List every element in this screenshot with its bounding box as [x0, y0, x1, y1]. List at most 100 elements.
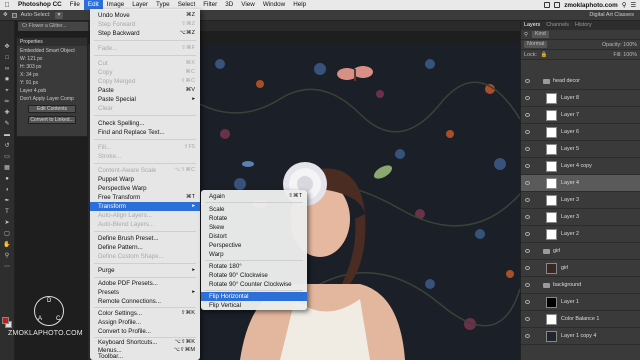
- width-value[interactable]: W: 121 px: [17, 54, 87, 62]
- eye-icon[interactable]: [525, 232, 530, 236]
- workspace-label[interactable]: Digital Art Classes: [589, 12, 634, 18]
- list-icon[interactable]: ☰: [630, 2, 636, 9]
- menu-item-content-aware-scale[interactable]: Content-Aware Scale ⌥⇧⌘C: [90, 166, 200, 175]
- menu-item-check-spelling[interactable]: Check Spelling...: [90, 119, 200, 128]
- hand-tool-icon[interactable]: ✋: [2, 241, 12, 249]
- menu-item-rotate-90-ccw[interactable]: Rotate 90° Counter Clockwise: [201, 280, 307, 289]
- shape-tool-icon[interactable]: ▢: [2, 230, 12, 238]
- menu-item-copy[interactable]: Copy ⌘C: [90, 68, 200, 77]
- menu-item-convert-profile[interactable]: Convert to Profile...: [90, 327, 200, 336]
- zoom-tool-icon[interactable]: ⚲: [2, 252, 12, 260]
- path-select-tool-icon[interactable]: ➤: [2, 219, 12, 227]
- layer-row-adjustment[interactable]: Color Balance 1: [521, 311, 640, 328]
- menu-item-paste[interactable]: Paste ⌘V: [90, 86, 200, 95]
- eraser-tool-icon[interactable]: ▭: [2, 153, 12, 161]
- menu-item-step-backward[interactable]: Step Backward ⌥⌘Z: [90, 29, 200, 38]
- y-value[interactable]: Y: 91 px: [17, 78, 87, 86]
- eye-icon[interactable]: [525, 130, 530, 134]
- menu-item-transform[interactable]: Transform ▸: [90, 202, 200, 211]
- properties-title[interactable]: Properties: [17, 38, 87, 46]
- menu-app-name[interactable]: Photoshop CC: [14, 0, 66, 10]
- layer-row[interactable]: girl: [521, 260, 640, 277]
- lasso-tool-icon[interactable]: ∞: [2, 65, 12, 73]
- layer-row[interactable]: Layer 1: [521, 294, 640, 311]
- height-value[interactable]: H: 303 px: [17, 62, 87, 70]
- menu-item-skew[interactable]: Skew: [201, 223, 307, 232]
- menu-item-warp[interactable]: Warp: [201, 250, 307, 259]
- eye-icon[interactable]: [525, 317, 530, 321]
- eye-icon[interactable]: [525, 215, 530, 219]
- layer-row[interactable]: Layer 3: [521, 192, 640, 209]
- quick-select-tool-icon[interactable]: ✸: [2, 76, 12, 84]
- menu-item-rotate[interactable]: Rotate: [201, 214, 307, 223]
- search-icon[interactable]: ⚲: [622, 2, 627, 9]
- menu-item-perspective[interactable]: Perspective: [201, 241, 307, 250]
- menu-filter[interactable]: Filter: [199, 0, 221, 10]
- menu-item-find-replace[interactable]: Find and Replace Text...: [90, 128, 200, 137]
- document-tab[interactable]: Cr Flower a Glitter...: [18, 22, 88, 31]
- menu-item-perspective-warp[interactable]: Perspective Warp: [90, 184, 200, 193]
- layer-row[interactable]: Layer 1 copy 4: [521, 328, 640, 345]
- menu-item-presets[interactable]: Presets ▸: [90, 288, 200, 297]
- status-icon[interactable]: [544, 2, 551, 8]
- apple-icon[interactable]: : [0, 2, 14, 9]
- menu-item-clear[interactable]: Clear: [90, 104, 200, 113]
- menu-item-puppet-warp[interactable]: Puppet Warp: [90, 175, 200, 184]
- menu-item-auto-blend[interactable]: Auto-Blend Layers...: [90, 220, 200, 229]
- auto-select-dropdown[interactable]: ▾: [54, 11, 64, 19]
- more-tools-icon[interactable]: ⋯: [2, 263, 12, 271]
- menu-item-define-shape[interactable]: Define Custom Shape...: [90, 252, 200, 261]
- tab-layers[interactable]: Layers: [524, 21, 540, 30]
- menu-item-purge[interactable]: Purge ▸: [90, 266, 200, 275]
- layer-row[interactable]: Layer 7: [521, 107, 640, 124]
- eye-icon[interactable]: [525, 198, 530, 202]
- menu-item-fade[interactable]: Fade... ⇧⌘F: [90, 44, 200, 53]
- layer-row[interactable]: Layer 6: [521, 124, 640, 141]
- eye-icon[interactable]: [525, 164, 530, 168]
- menu-item-flip-vertical[interactable]: Flip Vertical: [201, 301, 307, 310]
- menu-item-stroke[interactable]: Stroke...: [90, 152, 200, 161]
- eye-icon[interactable]: [525, 96, 530, 100]
- tab-channels[interactable]: Channels: [546, 21, 569, 30]
- dodge-tool-icon[interactable]: ◖: [2, 186, 12, 194]
- menu-item-scale[interactable]: Scale: [201, 205, 307, 214]
- menu-3d[interactable]: 3D: [221, 0, 237, 10]
- menu-item-free-transform[interactable]: Free Transform ⌘T: [90, 193, 200, 202]
- lock-icon[interactable]: 🔒: [541, 52, 548, 58]
- eye-icon[interactable]: [525, 147, 530, 151]
- layer-group-background[interactable]: background: [521, 277, 640, 294]
- blend-mode-select[interactable]: Normal: [524, 41, 548, 48]
- eye-icon[interactable]: [525, 334, 530, 338]
- layer-group-head-decor[interactable]: head decor: [521, 73, 640, 90]
- menu-view[interactable]: View: [237, 0, 259, 10]
- stamp-tool-icon[interactable]: ▬: [2, 131, 12, 139]
- pen-tool-icon[interactable]: ✒: [2, 197, 12, 205]
- convert-to-linked-button[interactable]: Convert to Linked...: [28, 116, 76, 124]
- eye-icon[interactable]: [525, 283, 530, 287]
- blur-tool-icon[interactable]: ●: [2, 175, 12, 183]
- eye-icon[interactable]: [525, 79, 530, 83]
- auto-select-checkbox[interactable]: [11, 12, 17, 18]
- foreground-color-swatch[interactable]: [2, 317, 9, 324]
- menu-item-distort[interactable]: Distort: [201, 232, 307, 241]
- kind-filter-select[interactable]: Kind: [531, 31, 549, 38]
- type-tool-icon[interactable]: T: [2, 208, 12, 216]
- marquee-tool-icon[interactable]: □: [2, 54, 12, 62]
- eye-icon[interactable]: [525, 300, 530, 304]
- menu-item-copy-merged[interactable]: Copy Merged ⇧⌘C: [90, 77, 200, 86]
- menu-item-undo-move[interactable]: Undo Move ⌘Z: [90, 11, 200, 20]
- history-brush-tool-icon[interactable]: ↺: [2, 142, 12, 150]
- menu-item-assign-profile[interactable]: Assign Profile...: [90, 318, 200, 327]
- eye-icon[interactable]: [525, 249, 530, 253]
- layer-row[interactable]: Layer 3: [521, 209, 640, 226]
- menu-item-cut[interactable]: Cut ⌘X: [90, 59, 200, 68]
- menu-item-color-settings[interactable]: Color Settings... ⇧⌘K: [90, 309, 200, 318]
- gradient-tool-icon[interactable]: ▦: [2, 164, 12, 172]
- x-value[interactable]: X: 34 px: [17, 70, 87, 78]
- menu-item-step-forward[interactable]: Step Forward ⇧⌘Z: [90, 20, 200, 29]
- crop-tool-icon[interactable]: ⌖: [2, 87, 12, 95]
- brush-tool-icon[interactable]: ✎: [2, 120, 12, 128]
- menu-help[interactable]: Help: [289, 0, 310, 10]
- menu-item-toolbar[interactable]: Toolbar...: [90, 353, 200, 360]
- fill-field[interactable]: Fill: 100%: [613, 52, 640, 58]
